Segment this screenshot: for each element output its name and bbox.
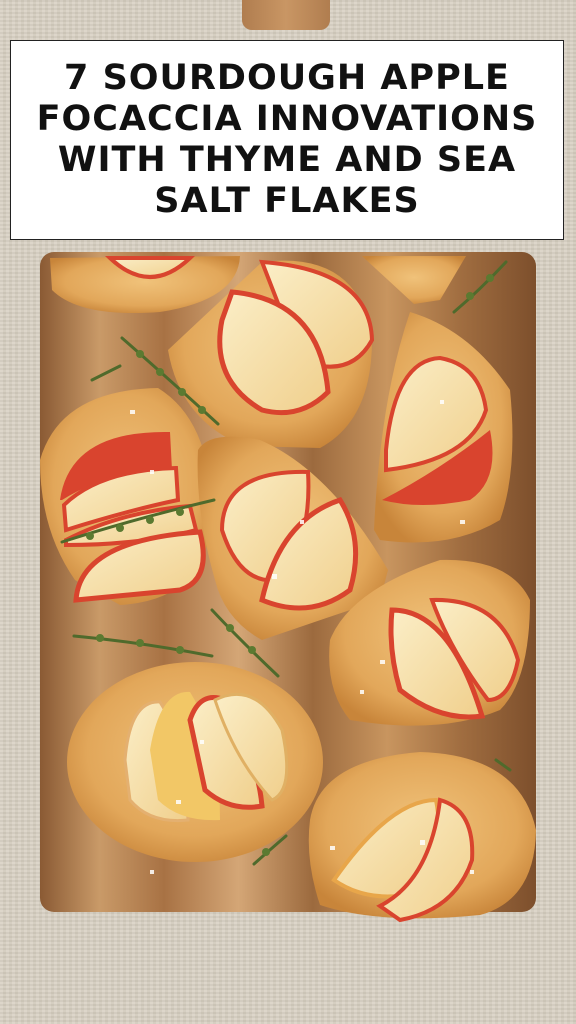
page-title: 7 SOURDOUGH APPLE FOCACCIA INNOVATIONS W…: [36, 58, 538, 221]
focaccia-bottom-left: [67, 662, 323, 862]
focaccia-bottom-right: [308, 752, 536, 923]
title-banner: 7 SOURDOUGH APPLE FOCACCIA INNOVATIONS W…: [10, 40, 564, 240]
